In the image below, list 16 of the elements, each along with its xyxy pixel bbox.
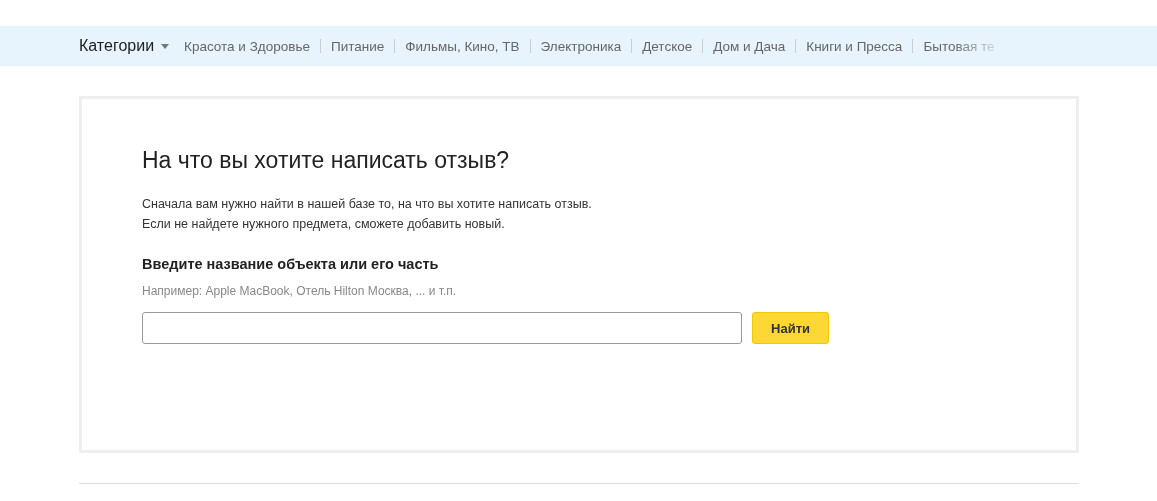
caret-icon bbox=[161, 43, 170, 49]
category-link[interactable]: Бытовая те bbox=[923, 38, 995, 54]
page-heading: На что вы хотите написать отзыв? bbox=[142, 147, 511, 174]
category-link[interactable]: Фильмы, Кино, ТВ bbox=[405, 38, 520, 54]
field-label: Введите название объекта или его часть bbox=[142, 256, 440, 272]
category-link[interactable]: Питание bbox=[330, 38, 385, 54]
search-field[interactable] bbox=[142, 312, 742, 344]
category-link[interactable]: Книги и Пресса bbox=[806, 38, 903, 54]
category-link[interactable]: Детское bbox=[642, 38, 693, 54]
search-button[interactable]: Найти bbox=[752, 312, 829, 344]
intro-text: Сначала вам нужно найти в нашей базе то, на что вы хотите написать отзыв. Если не найдете нужного предмета, сможете добавить новый. bbox=[142, 196, 593, 233]
category-link[interactable]: Электроника bbox=[540, 38, 622, 54]
category-link[interactable]: Дом и Дача bbox=[713, 38, 786, 54]
categories-dropdown[interactable]: Категории bbox=[79, 37, 170, 55]
category-link[interactable]: Красота и Здоровье bbox=[184, 38, 310, 54]
hint-text: Например: Apple MacBook, Отель Hilton Москва, ... и т.п. bbox=[142, 284, 458, 298]
